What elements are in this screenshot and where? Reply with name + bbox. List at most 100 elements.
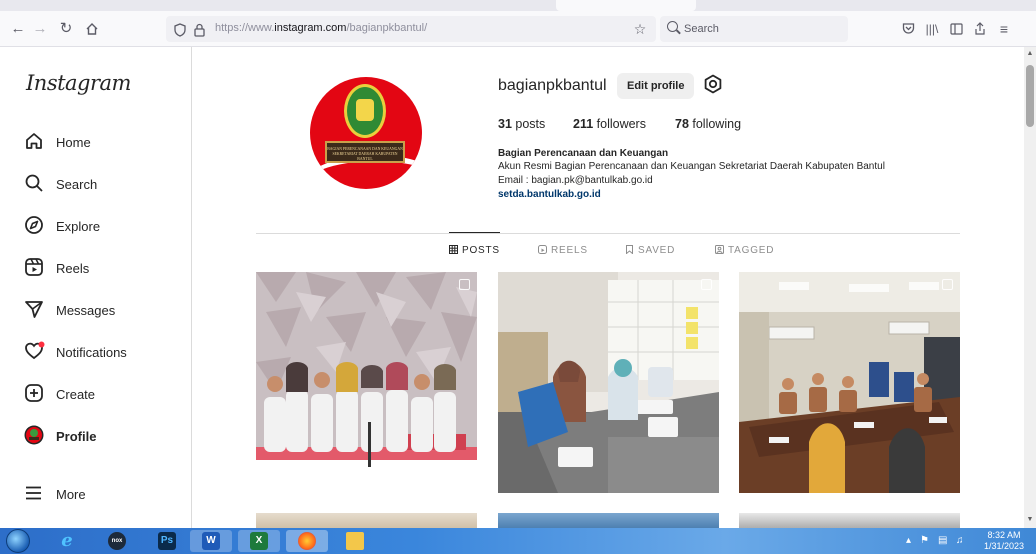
- ie-icon: e: [61, 530, 73, 551]
- menu-icon: [24, 483, 44, 503]
- search-placeholder: Search: [684, 23, 719, 35]
- profile-avatar-icon: [24, 425, 44, 445]
- tab-label: TAGGED: [728, 245, 775, 256]
- browser-search-input[interactable]: Search: [660, 16, 848, 42]
- post-thumbnail[interactable]: [739, 272, 960, 493]
- taskbar-app-explorer[interactable]: [334, 530, 376, 552]
- reload-icon[interactable]: ↻: [56, 19, 76, 39]
- tab-reels[interactable]: REELS: [538, 245, 588, 256]
- post-thumbnail[interactable]: [498, 513, 719, 528]
- post-thumbnail[interactable]: [498, 272, 719, 493]
- tab-label: SAVED: [638, 245, 676, 256]
- profile-main: BAGIAN PERENCANAAN DAN KEUANGAN SEKRETARI…: [193, 47, 1024, 528]
- followers-count[interactable]: 211 followers: [573, 117, 646, 131]
- bookmark-star-icon[interactable]: ☆: [630, 19, 650, 39]
- profile-email-line: Email : bagian.pk@bantulkab.go.id: [498, 175, 653, 186]
- screen: ← → ↻ https://www.instagram.com/bagianpk…: [0, 0, 1036, 554]
- sidebar-item-messages[interactable]: Messages: [24, 297, 184, 323]
- sidebar-item-notifications[interactable]: Notifications: [24, 339, 184, 365]
- avatar-logo-text: BAGIAN PERENCANAAN DAN KEUANGAN SEKRETARI…: [325, 141, 405, 163]
- word-icon: W: [202, 532, 220, 550]
- home-icon: [24, 131, 44, 151]
- system-clock[interactable]: 8:32 AM 1/31/2023: [978, 530, 1030, 552]
- tag-person-icon: [715, 245, 724, 254]
- search-icon: [24, 173, 44, 193]
- clock-date: 1/31/2023: [983, 541, 1025, 551]
- share-icon[interactable]: [970, 19, 990, 39]
- multi-photo-icon: [459, 279, 470, 290]
- folder-icon: [346, 532, 364, 550]
- excel-icon: X: [250, 532, 268, 550]
- taskbar-app-ie[interactable]: e: [46, 530, 88, 552]
- sidebar-item-label: Explore: [56, 219, 101, 234]
- sidebar-item-label: Home: [56, 135, 91, 150]
- profile-avatar[interactable]: BAGIAN PERENCANAAN DAN KEUANGAN SEKRETARI…: [310, 77, 422, 189]
- heart-icon: [24, 341, 45, 361]
- url-bar[interactable]: https://www.instagram.com/bagianpkbantul…: [166, 16, 656, 42]
- page-scrollbar[interactable]: ▲ ▼: [1024, 47, 1036, 528]
- multi-photo-icon: [701, 279, 712, 290]
- grid-icon: [449, 245, 458, 254]
- clock-time: 8:32 AM: [987, 530, 1021, 540]
- tab-saved[interactable]: SAVED: [625, 245, 675, 256]
- sidebar-item-label: Reels: [56, 261, 90, 276]
- back-icon[interactable]: ←: [8, 19, 28, 39]
- home-page-icon[interactable]: [82, 19, 102, 39]
- tab-label: REELS: [551, 245, 588, 256]
- edit-profile-button[interactable]: Edit profile: [617, 73, 695, 99]
- scrollbar-thumb[interactable]: [1026, 65, 1034, 127]
- post-thumbnail[interactable]: [739, 513, 960, 528]
- send-icon: [24, 299, 44, 319]
- post-thumbnail[interactable]: [256, 272, 477, 493]
- browser-toolbar: ← → ↻ https://www.instagram.com/bagianpk…: [0, 11, 1036, 47]
- search-icon: [667, 21, 678, 32]
- sidebar-item-home[interactable]: Home: [24, 129, 184, 155]
- sidebar-toggle-icon[interactable]: [946, 19, 966, 39]
- taskbar-app-excel[interactable]: X: [238, 530, 280, 552]
- scroll-up-icon[interactable]: ▲: [1026, 50, 1034, 57]
- tab-posts[interactable]: POSTS: [449, 232, 500, 256]
- instagram-logo[interactable]: Instagram: [26, 71, 131, 95]
- scroll-down-icon[interactable]: ▼: [1026, 516, 1034, 523]
- profile-website-link[interactable]: setda.bantulkab.go.id: [498, 189, 601, 200]
- post-thumbnail[interactable]: [256, 513, 477, 528]
- library-icon[interactable]: |||\: [922, 19, 942, 39]
- bantul-emblem-icon: [344, 84, 386, 138]
- taskbar-app-word[interactable]: W: [190, 530, 232, 552]
- sidebar-item-create[interactable]: Create: [24, 381, 184, 407]
- settings-gear-icon[interactable]: [703, 74, 723, 94]
- following-count[interactable]: 78 following: [675, 117, 741, 131]
- pocket-icon[interactable]: [898, 19, 918, 39]
- taskbar: e nox Ps W X ▴ ⚑ ▤ ♫ 8:32 AM 1/31/2023: [0, 528, 1036, 554]
- taskbar-app-firefox[interactable]: [286, 530, 328, 552]
- sidebar-item-label: Notifications: [56, 345, 127, 360]
- start-button[interactable]: [6, 529, 30, 553]
- taskbar-app-photoshop[interactable]: Ps: [146, 530, 188, 552]
- profile-bio-line: Akun Resmi Bagian Perencanaan dan Keuang…: [498, 161, 885, 172]
- forward-icon[interactable]: →: [30, 19, 50, 39]
- profile-username: bagianpkbantul: [498, 77, 607, 94]
- sidebar-item-label: Messages: [56, 303, 116, 318]
- reels-icon: [538, 245, 547, 254]
- sidebar-item-reels[interactable]: Reels: [24, 255, 184, 281]
- url-text[interactable]: https://www.instagram.com/bagianpkbantul…: [215, 22, 427, 34]
- sidebar-item-explore[interactable]: Explore: [24, 213, 184, 239]
- shield-icon[interactable]: [174, 19, 186, 40]
- volume-icon[interactable]: ♫: [956, 535, 964, 546]
- sidebar-item-profile[interactable]: Profile: [24, 423, 184, 449]
- app-menu-icon[interactable]: ≡: [994, 19, 1014, 39]
- network-icon[interactable]: ▤: [938, 535, 947, 546]
- browser-tab[interactable]: [556, 0, 696, 11]
- multi-photo-icon: [942, 279, 953, 290]
- conference-photo-image: [739, 272, 960, 493]
- sidebar-item-search[interactable]: Search: [24, 171, 184, 197]
- tab-tagged[interactable]: TAGGED: [715, 245, 774, 256]
- photoshop-icon: Ps: [158, 532, 176, 550]
- sidebar-item-label: Create: [56, 387, 96, 402]
- lock-icon[interactable]: [194, 19, 205, 40]
- tray-expand-icon[interactable]: ▴: [906, 535, 911, 546]
- reels-icon: [24, 257, 44, 277]
- taskbar-app-nox[interactable]: nox: [96, 530, 138, 552]
- action-center-flag-icon[interactable]: ⚑: [920, 535, 929, 546]
- sidebar-item-more[interactable]: More: [24, 481, 184, 507]
